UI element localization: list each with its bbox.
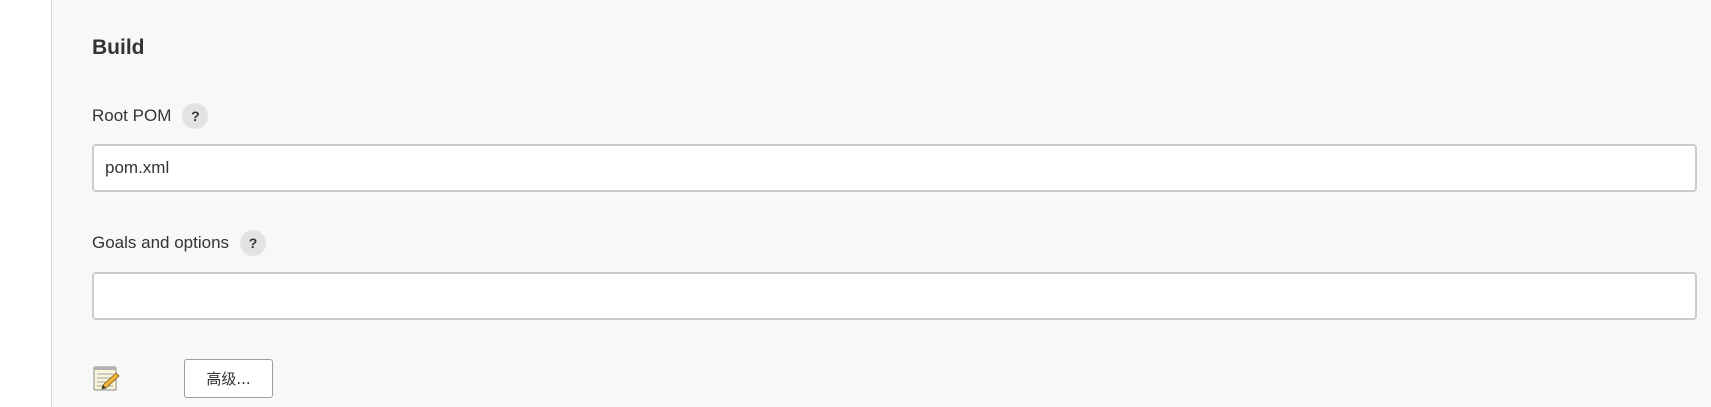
notepad-icon <box>93 366 120 391</box>
root-pom-label-row: Root POM ? <box>92 102 209 130</box>
advanced-button[interactable]: 高级... <box>184 359 273 398</box>
build-config-page: Build Root POM ? Goals and options ? 高级.… <box>0 0 1711 407</box>
root-pom-input[interactable] <box>92 144 1697 192</box>
root-pom-help-icon[interactable]: ? <box>182 103 209 129</box>
goals-input[interactable] <box>92 272 1697 320</box>
root-pom-label: Root POM <box>92 106 172 125</box>
left-gutter <box>0 0 51 407</box>
goals-help-icon[interactable]: ? <box>240 230 267 256</box>
goals-label: Goals and options <box>92 233 230 252</box>
section-title: Build <box>92 36 145 59</box>
goals-label-row: Goals and options ? <box>92 229 267 257</box>
build-section: Build Root POM ? Goals and options ? 高级.… <box>52 0 1711 407</box>
